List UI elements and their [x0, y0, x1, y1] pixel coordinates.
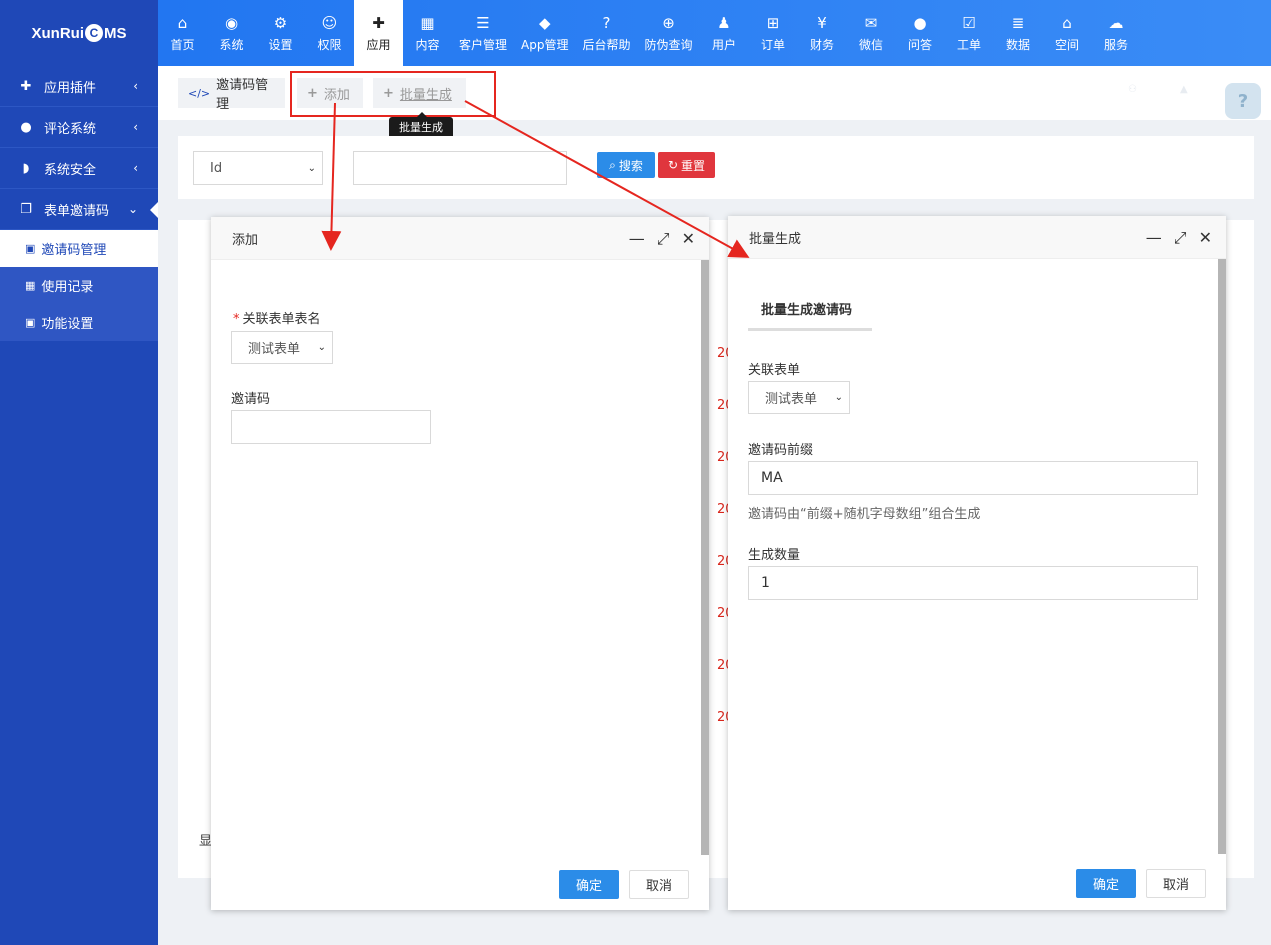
arrow-to-add-dialog [321, 102, 342, 251]
arrow-to-batch-dialog [464, 100, 750, 258]
annotation-arrows [321, 100, 750, 258]
